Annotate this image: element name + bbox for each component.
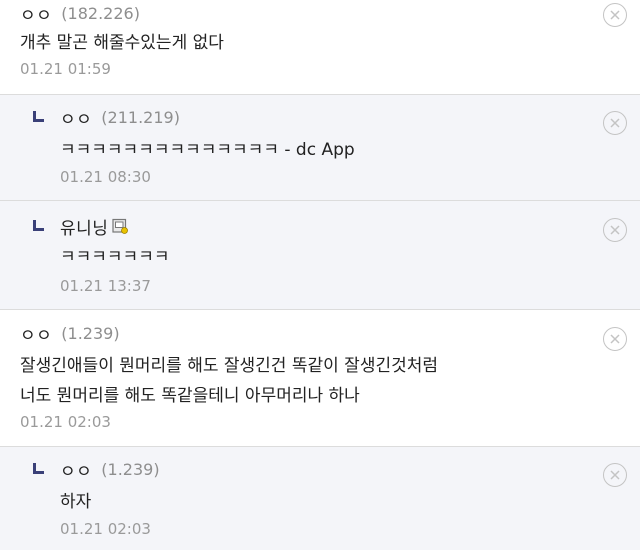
delete-comment-button[interactable] xyxy=(603,327,627,351)
comment-date: 01.21 08:30 xyxy=(60,168,151,186)
comment-ip: (1.239) xyxy=(61,323,120,343)
comment-nickname[interactable]: 유니닝 xyxy=(60,214,108,239)
comment-date: 01.21 02:03 xyxy=(20,413,111,431)
delete-comment-button[interactable] xyxy=(603,3,627,27)
close-icon xyxy=(610,118,620,128)
comment-nickname[interactable]: ㅇㅇ xyxy=(60,457,92,482)
comment-list: ㅇㅇ (182.226) 개추 말곤 해줄수있는게 없다 01.21 01:59… xyxy=(0,0,640,550)
comment-ip: (182.226) xyxy=(61,3,140,23)
comment-text: 하자 xyxy=(60,492,92,512)
comment-date: 01.21 13:37 xyxy=(60,277,151,295)
close-icon xyxy=(610,470,620,480)
comment-ip: (1.239) xyxy=(101,459,160,479)
fixed-nick-icon xyxy=(112,218,129,234)
close-icon xyxy=(610,225,620,235)
reply-item: 유니닝 ㅋㅋㅋㅋㅋㅋㅋ 01.21 13:37 xyxy=(0,201,640,310)
comment-header: 유니닝 xyxy=(60,213,129,239)
comment-text-line-1: 잘생긴애들이 뭔머리를 해도 잘생긴건 똑같이 잘생긴것처럼 xyxy=(20,356,439,376)
comment-nickname[interactable]: ㅇㅇ xyxy=(20,321,52,346)
comment-header: ㅇㅇ (1.239) xyxy=(60,456,160,482)
delete-comment-button[interactable] xyxy=(603,111,627,135)
comment-item: ㅇㅇ (182.226) 개추 말곤 해줄수있는게 없다 01.21 01:59 xyxy=(0,0,640,95)
comment-header: ㅇㅇ (1.239) xyxy=(20,320,120,346)
close-icon xyxy=(610,334,620,344)
comment-header: ㅇㅇ (211.219) xyxy=(60,104,180,130)
comment-nickname[interactable]: ㅇㅇ xyxy=(60,105,92,130)
comment-date: 01.21 02:03 xyxy=(60,520,151,538)
comment-nickname[interactable]: ㅇㅇ xyxy=(20,1,52,26)
delete-comment-button[interactable] xyxy=(603,218,627,242)
comment-text-line-2: 너도 뭔머리를 해도 똑같을테니 아무머리나 하나 xyxy=(20,386,360,406)
reply-arrow-icon xyxy=(33,220,44,231)
close-icon xyxy=(610,10,620,20)
comment-text: 개추 말곤 해줄수있는게 없다 xyxy=(20,33,224,53)
reply-item: ㅇㅇ (211.219) ㅋㅋㅋㅋㅋㅋㅋㅋㅋㅋㅋㅋㅋㅋ - dc App 01.… xyxy=(0,95,640,201)
comment-ip: (211.219) xyxy=(101,107,180,127)
delete-comment-button[interactable] xyxy=(603,463,627,487)
reply-item: ㅇㅇ (1.239) 하자 01.21 02:03 xyxy=(0,447,640,550)
reply-arrow-icon xyxy=(33,463,44,474)
reply-arrow-icon xyxy=(33,111,44,122)
comment-text: ㅋㅋㅋㅋㅋㅋㅋ xyxy=(60,247,170,267)
comment-header: ㅇㅇ (182.226) xyxy=(20,0,140,26)
comment-date: 01.21 01:59 xyxy=(20,60,111,78)
comment-text: ㅋㅋㅋㅋㅋㅋㅋㅋㅋㅋㅋㅋㅋㅋ - dc App xyxy=(60,140,355,160)
comment-item: ㅇㅇ (1.239) 잘생긴애들이 뭔머리를 해도 잘생긴건 똑같이 잘생긴것처… xyxy=(0,310,640,447)
